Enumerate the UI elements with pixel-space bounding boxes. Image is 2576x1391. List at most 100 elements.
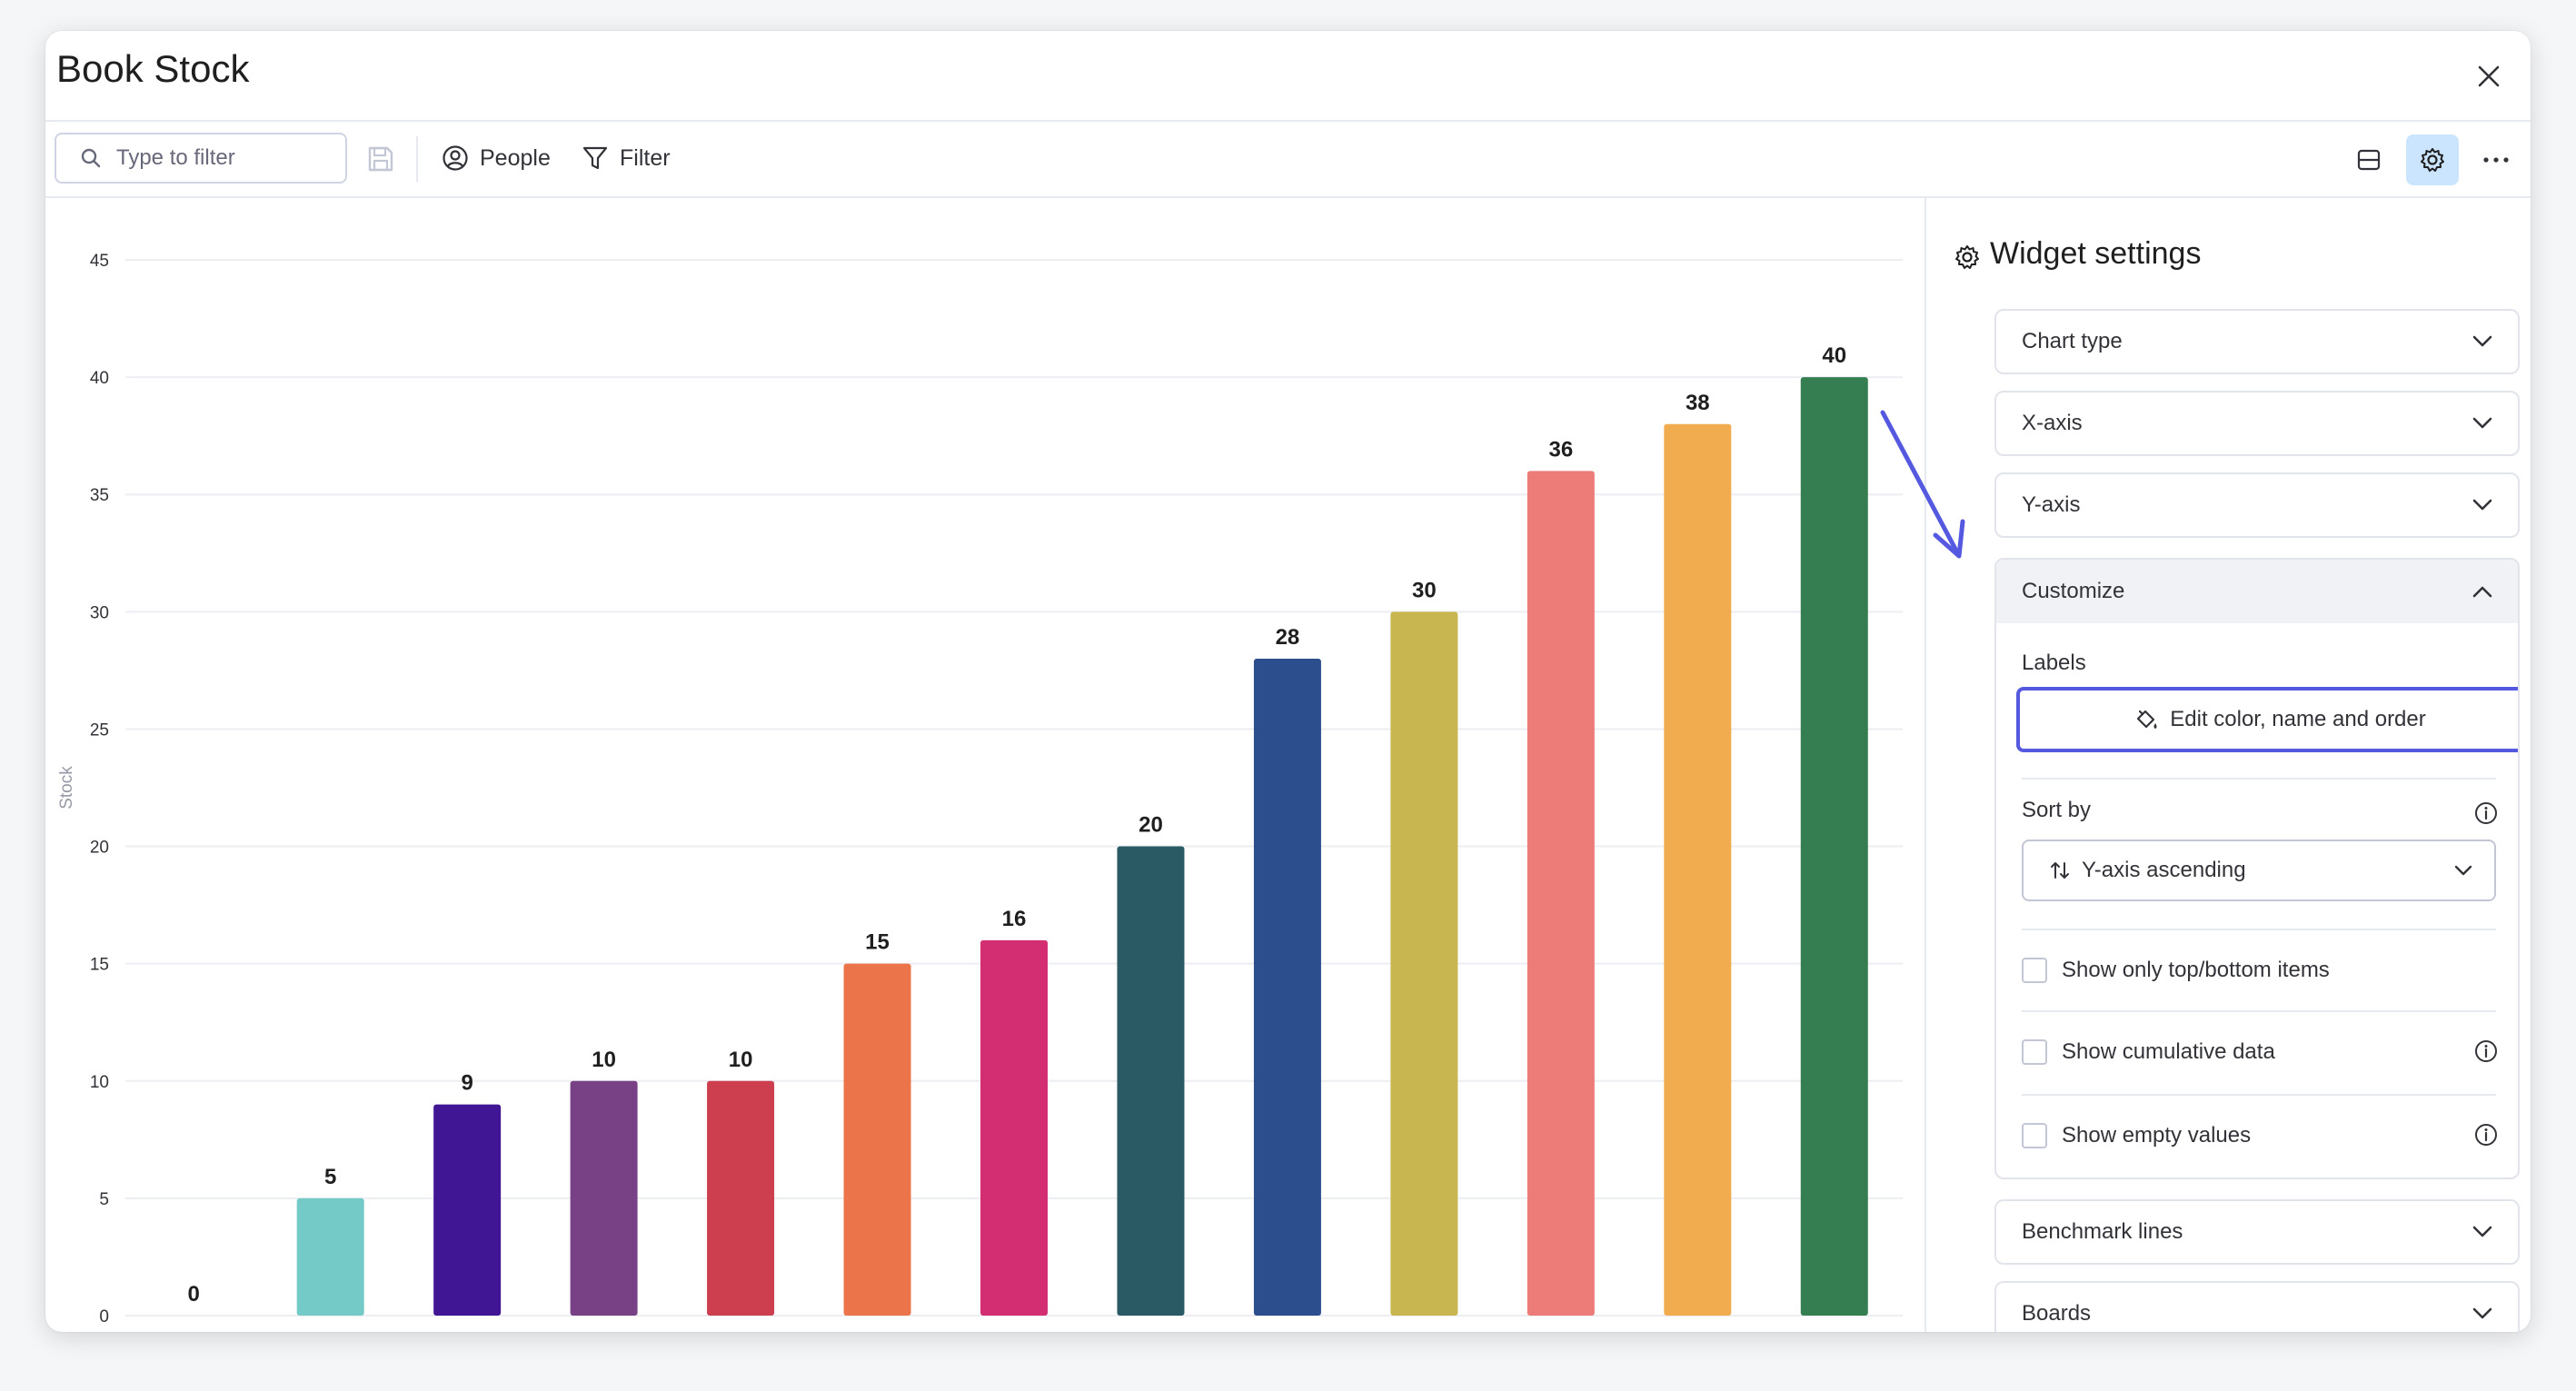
- labels-caption: Labels: [2022, 651, 2086, 675]
- y-tick-label: 25: [90, 720, 109, 740]
- funnel-icon: [582, 146, 608, 170]
- section-chart-type[interactable]: Chart type: [1994, 309, 2520, 374]
- save-icon: [368, 146, 393, 172]
- search-box[interactable]: [55, 133, 347, 184]
- bar: [1664, 423, 1732, 1316]
- separator: [2022, 1094, 2496, 1096]
- x-tick-label: Alice in Wonde...: [1363, 1330, 1486, 1332]
- y-tick-label: 10: [90, 1073, 109, 1092]
- info-icon[interactable]: [2474, 801, 2498, 825]
- bar-value-label: 10: [592, 1048, 616, 1072]
- y-tick-label: 45: [90, 252, 109, 271]
- panel-title: Widget settings: [1990, 236, 2202, 271]
- option-label: Show empty values: [2062, 1123, 2252, 1148]
- section-label: Y-axis: [2022, 492, 2081, 517]
- chevron-down-icon: [2472, 1226, 2492, 1237]
- y-tick-label: 15: [90, 956, 109, 975]
- y-tick-label: 5: [99, 1190, 109, 1209]
- toolbar: People Filter: [45, 122, 2531, 198]
- y-tick-label: 30: [90, 603, 109, 622]
- empty-values-checkbox[interactable]: [2022, 1123, 2047, 1148]
- chevron-up-icon: [2472, 586, 2492, 598]
- sort-by-select[interactable]: Y-axis ascending: [2022, 840, 2496, 901]
- chevron-down-icon: [2472, 335, 2492, 347]
- bar: [980, 939, 1048, 1316]
- chart-area: 0 5 10 15 20 25 30 35 40 45 Stock 0 Create a pros a.…: [45, 198, 1925, 1332]
- chevron-down-icon: [2472, 417, 2492, 429]
- y-tick-label: 0: [99, 1307, 109, 1326]
- customize-header[interactable]: Customize: [1996, 560, 2518, 623]
- chevron-down-icon: [2472, 1307, 2492, 1319]
- chevron-down-icon: [2454, 865, 2472, 876]
- search-input[interactable]: [116, 145, 334, 171]
- x-tick-label: The Book of Lo...: [1636, 1330, 1760, 1332]
- separator: [2022, 929, 2496, 930]
- person-circle-icon: [443, 145, 468, 171]
- info-icon[interactable]: [2474, 1039, 2498, 1063]
- section-label: Customize: [2022, 579, 2125, 603]
- empty-values-option[interactable]: Show empty values: [2022, 1123, 2251, 1148]
- edit-labels-button[interactable]: Edit color, name and order: [2016, 687, 2518, 752]
- x-tick-label: The Kite Runner: [1501, 1330, 1620, 1332]
- section-label: X-axis: [2022, 411, 2083, 435]
- x-tick-label: The Goldfinch: [416, 1330, 518, 1332]
- widget-window: Book Stock Type to filter People Filter …: [45, 31, 2531, 1332]
- section-boards[interactable]: Boards: [1994, 1281, 2520, 1332]
- x-tick-label: The Magic Fara...: [540, 1330, 668, 1332]
- filter-button[interactable]: Filter: [582, 134, 671, 182]
- separator: [2022, 1010, 2496, 1012]
- gear-icon: [2421, 148, 2444, 172]
- widget-settings-panel: Widget settings Chart type X-axis Y-axis…: [1926, 198, 2531, 1332]
- filter-label: Filter: [620, 144, 671, 171]
- cumulative-data-checkbox[interactable]: [2022, 1039, 2047, 1065]
- section-customize: Customize Labels Edit color, name and or…: [1994, 558, 2520, 1179]
- bar: [707, 1080, 775, 1316]
- bar: [1117, 846, 1185, 1316]
- toolbar-divider: [416, 136, 418, 182]
- bar-value-label: 28: [1276, 625, 1300, 650]
- save-view-button[interactable]: [365, 144, 396, 174]
- bar: [1527, 471, 1595, 1316]
- more-options-button[interactable]: [2470, 134, 2522, 185]
- info-icon[interactable]: [2474, 1123, 2498, 1147]
- settings-button[interactable]: [2406, 134, 2459, 185]
- bar-value-label: 20: [1139, 813, 1163, 838]
- bar: [433, 1104, 502, 1316]
- y-tick-label: 35: [90, 486, 109, 505]
- x-tick-label: The Beekeeper ...: [949, 1330, 1079, 1332]
- bar: [1253, 658, 1321, 1316]
- cumulative-data-option[interactable]: Show cumulative data: [2022, 1039, 2275, 1065]
- sort-arrows-icon: [2051, 862, 2069, 879]
- widget-title: Book Stock: [56, 47, 250, 90]
- close-button[interactable]: [2463, 51, 2514, 102]
- people-label: People: [480, 144, 551, 171]
- y-axis-title: Stock: [57, 766, 76, 810]
- bar-value-label: 15: [865, 930, 890, 955]
- search-icon: [81, 148, 101, 168]
- section-label: Boards: [2022, 1301, 2092, 1326]
- bar-value-label: 30: [1412, 578, 1437, 602]
- people-filter-button[interactable]: People: [442, 134, 551, 182]
- section-y-axis[interactable]: Y-axis: [1994, 472, 2520, 538]
- bar-value-label: 10: [729, 1048, 753, 1072]
- layout-toggle-button[interactable]: [2342, 134, 2395, 185]
- section-x-axis[interactable]: X-axis: [1994, 391, 2520, 456]
- x-tick-label: Tomorrow and ...: [680, 1330, 801, 1332]
- bar: [1390, 611, 1458, 1316]
- x-tick-label: The Book Thief: [1096, 1330, 1208, 1332]
- y-tick-label: 20: [90, 839, 109, 858]
- top-bottom-items-option[interactable]: Show only top/bottom items: [2022, 958, 2330, 983]
- bar: [843, 963, 911, 1316]
- x-tick-label: The Choice: [1793, 1330, 1876, 1332]
- x-tick-label: Daisy Jones an...: [814, 1330, 940, 1332]
- bar-value-label: 9: [461, 1071, 472, 1096]
- bar: [570, 1080, 638, 1316]
- layout-icon: [2357, 149, 2381, 171]
- section-benchmark-lines[interactable]: Benchmark lines: [1994, 1199, 2520, 1265]
- bar: [1800, 377, 1868, 1316]
- x-tick-label: The Grinch: [290, 1330, 371, 1332]
- bar-value-label: 40: [1822, 343, 1846, 368]
- chevron-down-icon: [2472, 499, 2492, 511]
- top-bottom-items-checkbox[interactable]: [2022, 958, 2047, 983]
- more-horizontal-icon: [2483, 157, 2509, 163]
